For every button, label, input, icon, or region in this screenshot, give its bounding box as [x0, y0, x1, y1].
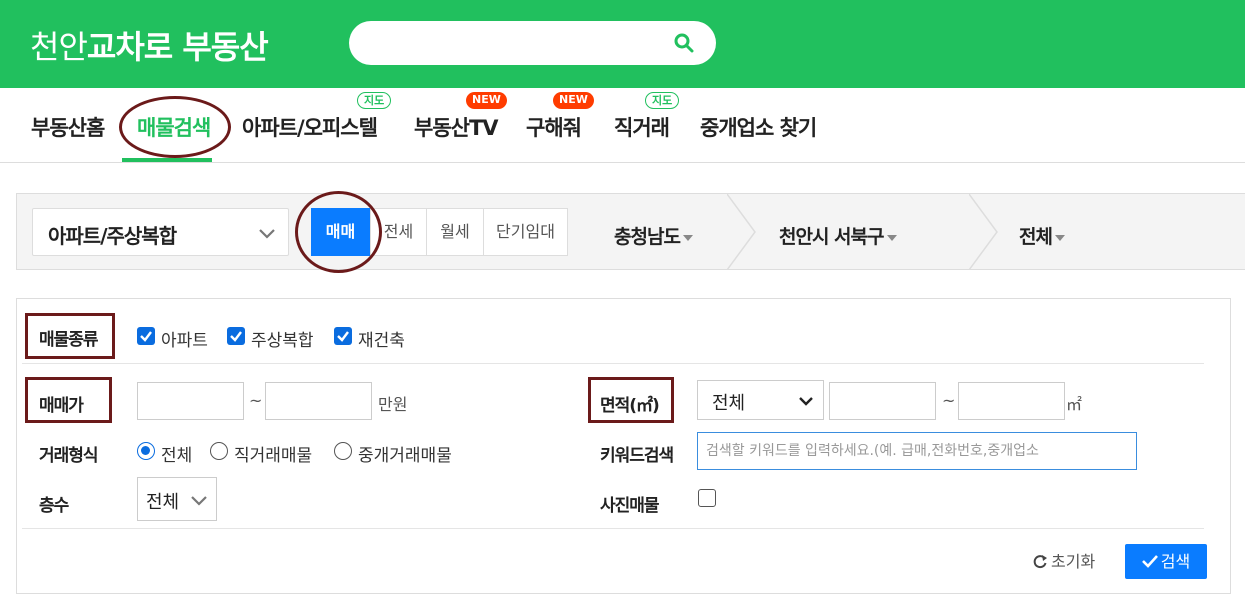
checkbox-mixed-use[interactable] — [227, 327, 245, 345]
radio-direct[interactable] — [210, 442, 228, 460]
new-badge: NEW — [466, 92, 507, 109]
deal-short-term-button[interactable]: 단기임대 — [483, 208, 568, 256]
caret-down-icon — [886, 234, 897, 241]
property-type-value: 아파트/주상복합 — [48, 224, 177, 248]
site-header: 천안교차로 부동산 — [0, 0, 1245, 88]
search-icon[interactable] — [674, 33, 694, 53]
filter-bar: 아파트/주상복합 매매 전세 월세 단기임대 충청남도 천안시 서북구 전체 — [16, 191, 1245, 273]
keyword-label: 키워드검색 — [600, 446, 674, 466]
check-icon — [1141, 555, 1158, 568]
caret-down-icon — [1054, 234, 1065, 241]
region-province-dropdown[interactable]: 충청남도 — [614, 222, 693, 249]
checkbox-apartment[interactable] — [137, 327, 155, 345]
price-unit: 만원 — [378, 395, 408, 414]
floor-select[interactable]: 전체 — [137, 477, 217, 521]
breadcrumb-separator — [969, 194, 998, 270]
radio-brokered[interactable] — [334, 442, 352, 460]
area-type-select[interactable]: 전체 — [697, 380, 824, 420]
area-type-value: 전체 — [712, 393, 746, 414]
search-input[interactable] — [369, 30, 659, 56]
logo-city: 천안 — [30, 28, 88, 66]
trade-form-label: 거래형식 — [39, 446, 99, 466]
annotation-circle — [295, 191, 382, 273]
region-city-label: 천안시 서북구 — [779, 226, 884, 248]
nav-apartment-officetel[interactable]: 아파트/오피스텔 — [242, 112, 378, 142]
checkbox-apartment-label[interactable]: 아파트 — [161, 326, 208, 351]
reset-button[interactable]: 초기화 — [1032, 548, 1095, 572]
check-icon — [337, 331, 349, 342]
area-min-input-box — [829, 382, 936, 420]
caret-down-icon — [682, 234, 693, 241]
logo-brand: 교차로 부동산 — [86, 28, 269, 66]
annotation-circle — [119, 96, 231, 158]
price-max-input[interactable] — [266, 383, 371, 419]
active-tab-underline — [122, 158, 212, 162]
chevron-down-icon — [259, 229, 275, 239]
area-min-input[interactable] — [830, 383, 935, 419]
property-type-select[interactable]: 아파트/주상복합 — [32, 208, 289, 256]
floor-value: 전체 — [146, 492, 180, 513]
map-badge: 지도 — [645, 92, 680, 109]
nav-home[interactable]: 부동산홈 — [31, 112, 105, 142]
refresh-icon — [1033, 555, 1047, 569]
new-badge: NEW — [553, 92, 594, 109]
area-max-input-box — [958, 382, 1065, 420]
nav-find-agency[interactable]: 중개업소 찾기 — [700, 112, 817, 142]
chevron-down-icon — [799, 397, 813, 406]
nav-wanted[interactable]: 구해줘 — [526, 112, 582, 142]
breadcrumb-separator — [727, 194, 756, 270]
search-box — [349, 21, 716, 65]
radio-brokered-label[interactable]: 중개거래매물 — [358, 441, 452, 466]
chevron-down-icon — [191, 496, 207, 506]
nav-direct-deal[interactable]: 직거래 — [614, 112, 670, 142]
map-badge: 지도 — [357, 92, 392, 109]
region-district-dropdown[interactable]: 전체 — [1019, 222, 1065, 249]
price-min-input[interactable] — [138, 383, 243, 419]
check-icon — [230, 331, 242, 342]
range-tilde: ~ — [942, 391, 956, 410]
area-unit: ㎡ — [1066, 395, 1083, 414]
site-logo[interactable]: 천안교차로 부동산 — [30, 22, 269, 68]
region-district-label: 전체 — [1019, 226, 1053, 248]
radio-all[interactable] — [137, 442, 155, 460]
property-kind-label: 매물종류 — [39, 330, 99, 350]
radio-direct-label[interactable]: 직거래매물 — [234, 441, 312, 466]
region-province-label: 충청남도 — [614, 226, 681, 248]
check-icon — [140, 331, 152, 342]
photo-label: 사진매물 — [600, 496, 660, 516]
price-max-input-box — [265, 382, 372, 420]
area-max-input[interactable] — [959, 383, 1064, 419]
checkbox-reconstruction[interactable] — [334, 327, 352, 345]
nav-realestate-tv[interactable]: 부동산TV — [414, 112, 499, 142]
checkbox-reconstruction-label[interactable]: 재건축 — [358, 326, 405, 351]
range-tilde: ~ — [249, 391, 263, 410]
price-label: 매매가 — [39, 396, 84, 416]
reset-label: 초기화 — [1051, 552, 1096, 571]
area-label: 면적(㎡) — [600, 396, 660, 416]
keyword-input[interactable] — [698, 433, 1136, 469]
divider — [22, 528, 1204, 529]
radio-all-label[interactable]: 전체 — [161, 441, 192, 466]
search-label: 검색 — [1160, 552, 1191, 571]
floor-label: 층수 — [39, 496, 69, 516]
deal-monthly-button[interactable]: 월세 — [426, 208, 484, 256]
checkbox-mixed-use-label[interactable]: 주상복합 — [251, 326, 314, 351]
divider — [22, 363, 1204, 364]
keyword-input-box — [697, 432, 1137, 470]
region-city-dropdown[interactable]: 천안시 서북구 — [779, 222, 897, 249]
price-min-input-box — [137, 382, 244, 420]
main-nav: 부동산홈 매물검색 아파트/오피스텔 부동산TV 구해줘 직거래 중개업소 찾기… — [0, 88, 1245, 163]
checkbox-photo[interactable] — [698, 489, 716, 507]
search-button[interactable]: 검색 — [1125, 544, 1207, 579]
